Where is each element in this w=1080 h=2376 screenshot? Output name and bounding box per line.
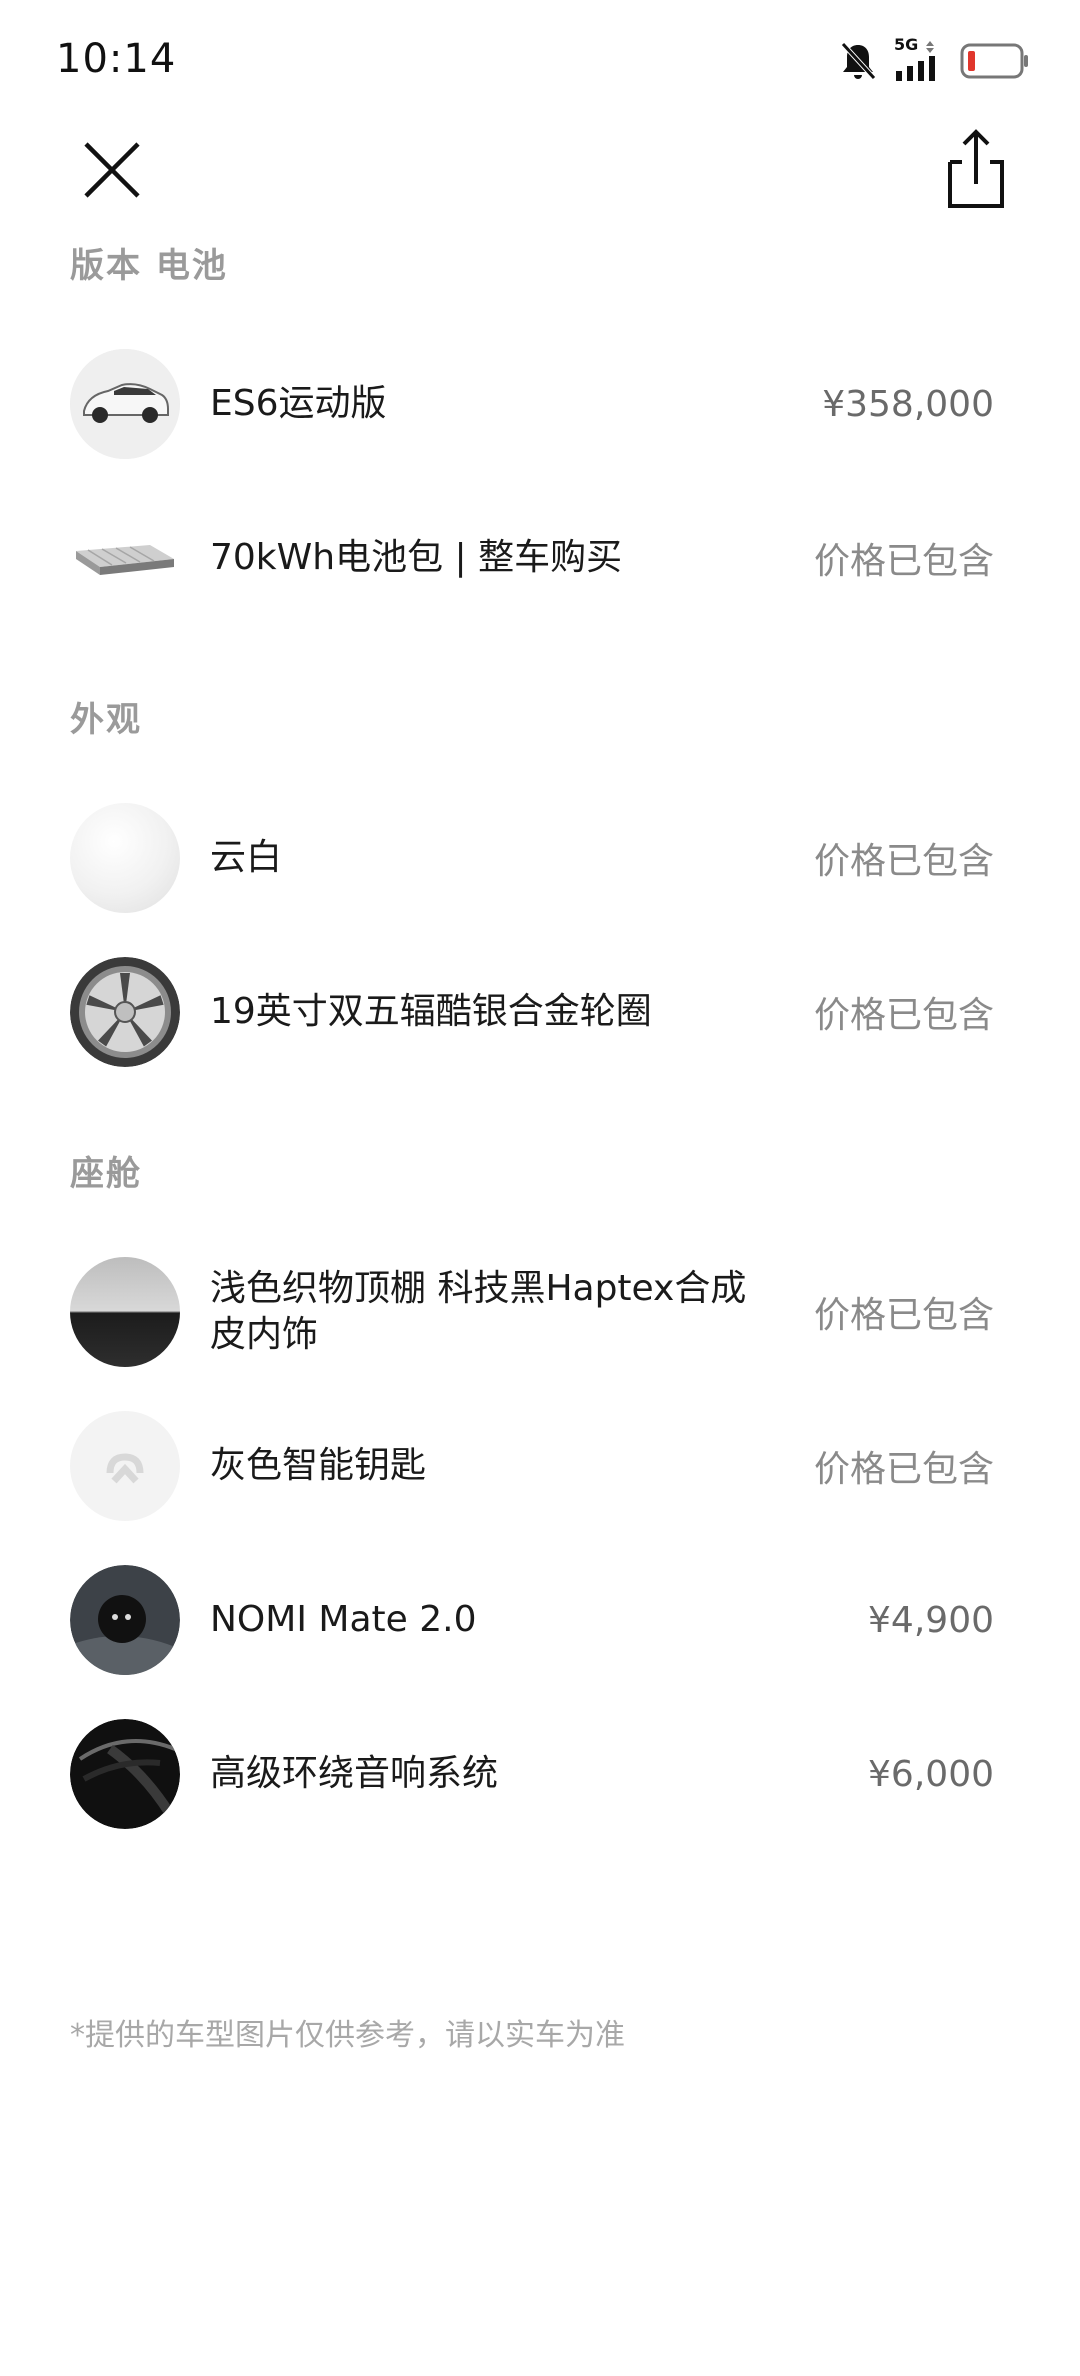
- audio-system-thumbnail: [70, 1719, 180, 1829]
- config-item: 云白 价格已包含: [0, 798, 1080, 918]
- battery-pack-thumbnail: [70, 503, 180, 613]
- item-name: 浅色织物顶棚 科技黑Haptex合成皮内饰: [210, 1268, 747, 1355]
- section-title-cabin: 座舱: [70, 1154, 142, 1194]
- item-price: ¥4,900: [868, 1599, 994, 1641]
- item-name: 70kWh电池包 | 整车购买: [210, 537, 623, 578]
- smart-key-thumbnail: [70, 1411, 180, 1521]
- color-swatch-thumbnail: [70, 803, 180, 913]
- status-bar: 10:14 5G: [0, 0, 1080, 120]
- close-button[interactable]: [72, 130, 152, 210]
- share-button[interactable]: [936, 126, 1016, 214]
- item-name: 灰色智能钥匙: [210, 1445, 427, 1486]
- item-price: ¥6,000: [868, 1753, 994, 1795]
- config-item: 70kWh电池包 | 整车购买 价格已包含: [0, 498, 1080, 618]
- item-name: ES6运动版: [210, 383, 387, 424]
- status-icons: 5G: [840, 35, 1030, 86]
- item-name: 云白: [210, 837, 283, 878]
- status-time: 10:14: [56, 36, 177, 82]
- wheel-thumbnail: [70, 957, 180, 1067]
- section-title-version-battery: 版本 电池: [70, 246, 228, 286]
- signal-indicator: 5G: [894, 35, 942, 83]
- car-thumbnail: [70, 349, 180, 459]
- disclaimer-text: *提供的车型图片仅供参考，请以实车为准: [70, 2018, 625, 2053]
- item-name: 19英寸双五辐酷银合金轮圈: [210, 991, 652, 1032]
- battery-icon: [960, 43, 1028, 79]
- config-item: 19英寸双五辐酷银合金轮圈 价格已包含: [0, 952, 1080, 1072]
- item-name: NOMI Mate 2.0: [210, 1599, 477, 1640]
- config-item: 灰色智能钥匙 价格已包含: [0, 1406, 1080, 1526]
- nomi-thumbnail: [70, 1565, 180, 1675]
- config-item: NOMI Mate 2.0 ¥4,900: [0, 1560, 1080, 1680]
- item-price: 价格已包含: [813, 1295, 994, 1336]
- config-item: ES6运动版 ¥358,000: [0, 344, 1080, 464]
- item-price: 价格已包含: [813, 841, 994, 882]
- item-price: 价格已包含: [813, 1449, 994, 1490]
- close-icon: [84, 142, 140, 198]
- item-price: 价格已包含: [813, 541, 994, 582]
- share-icon: [948, 129, 1004, 208]
- section-title-exterior: 外观: [70, 700, 142, 740]
- signal-icon: [896, 41, 935, 81]
- item-price: ¥358,000: [822, 383, 994, 425]
- item-name: 高级环绕音响系统: [210, 1753, 499, 1794]
- top-nav: [0, 120, 1080, 240]
- item-price: 价格已包含: [813, 995, 994, 1036]
- bell-off-icon: [841, 42, 876, 80]
- interior-swatch-thumbnail: [70, 1257, 180, 1367]
- config-item: 高级环绕音响系统 ¥6,000: [0, 1714, 1080, 1834]
- config-item: 浅色织物顶棚 科技黑Haptex合成皮内饰 价格已包含: [0, 1252, 1080, 1372]
